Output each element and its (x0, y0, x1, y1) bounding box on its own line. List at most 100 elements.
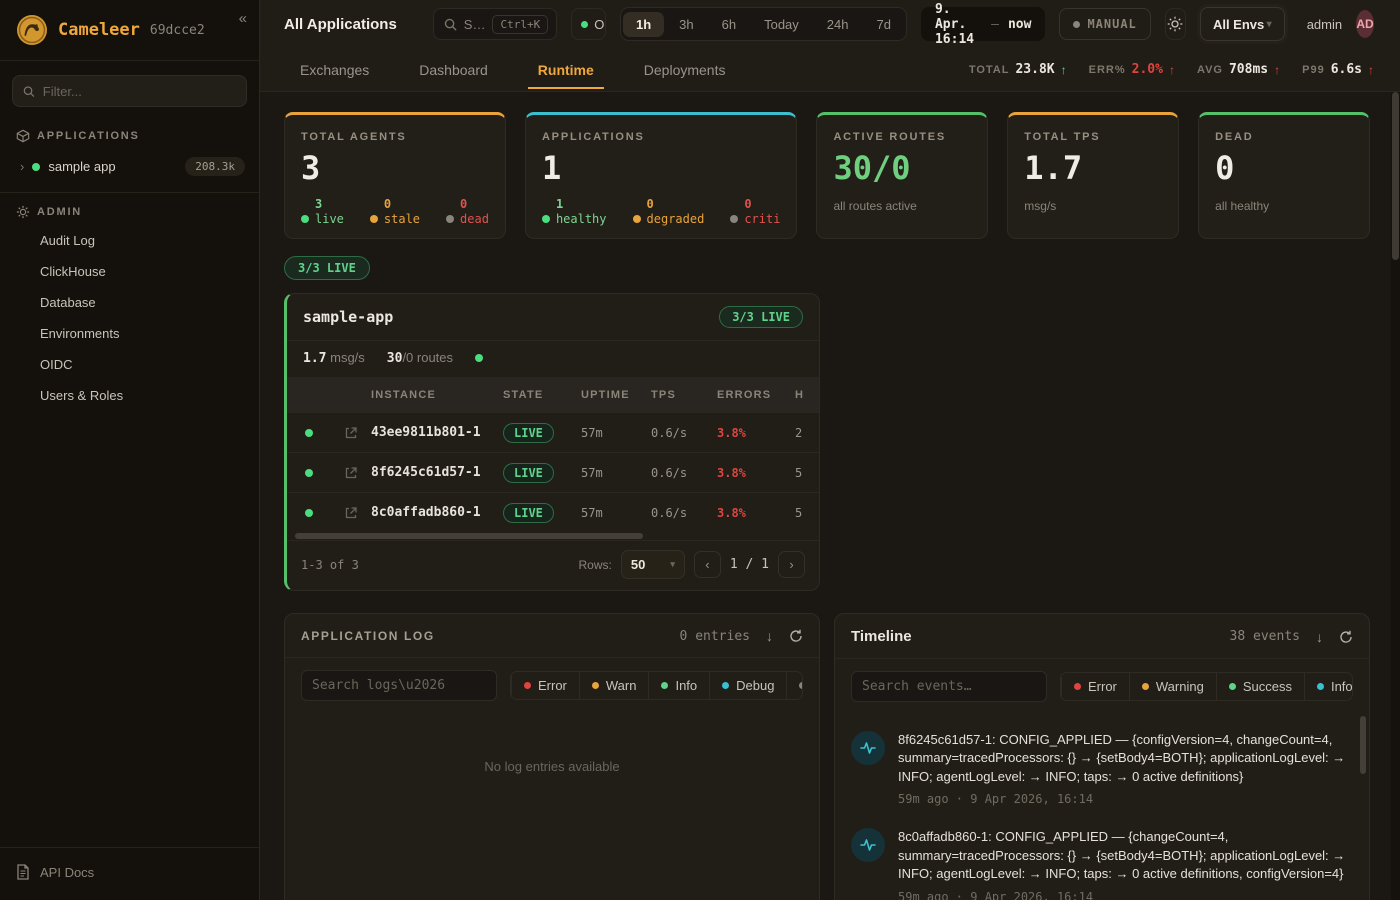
timeline-filters-row: Error Warning Success (835, 659, 1369, 714)
substat-value: 3 (315, 197, 344, 212)
username: admin (1307, 17, 1342, 32)
env-select[interactable]: All Envs ▾ (1200, 7, 1285, 41)
refresh-mode-button[interactable]: MANUAL (1059, 8, 1150, 40)
log-level-filter-button[interactable]: Error (511, 672, 579, 699)
refresh-icon[interactable] (1339, 630, 1353, 644)
level-label: Error (538, 678, 567, 693)
datetime-dash: – (991, 17, 999, 32)
scrollbar-thumb[interactable] (295, 533, 643, 539)
col-h: H (795, 389, 820, 401)
sidebar-footer[interactable]: API Docs (0, 847, 259, 900)
external-link-icon[interactable] (344, 426, 358, 440)
tab[interactable]: Dashboard (415, 51, 492, 89)
event-body: 8c0affadb860-1: CONFIG_APPLIED — {change… (898, 828, 1347, 900)
topbar-row-2: Exchanges Dashboard Runtime Deployments TOT… (260, 48, 1400, 91)
page-scrollbar[interactable] (1391, 92, 1400, 900)
time-range-button[interactable]: 7d (864, 12, 904, 37)
sidebar-admin-item[interactable]: ClickHouse (0, 256, 259, 287)
severity-label: Success (1243, 679, 1292, 694)
sidebar-filter-input[interactable] (43, 84, 236, 99)
scrollbar-thumb[interactable] (1360, 716, 1366, 774)
table-row[interactable]: 8f6245c61d57-1 LIVE 57m 0.6/s 3.8% 5 (287, 452, 819, 492)
theme-toggle-button[interactable] (1165, 8, 1186, 40)
external-link-icon[interactable] (344, 506, 358, 520)
card-subtext: msg/s (1024, 199, 1162, 213)
rows-per-page-select[interactable]: 50 ▾ (621, 550, 685, 579)
tab[interactable]: Runtime (534, 51, 598, 89)
download-icon[interactable]: ↓ (1316, 629, 1323, 645)
substat-dot (633, 215, 641, 223)
global-search[interactable]: S… Ctrl+K (433, 8, 557, 40)
sidebar-admin-item[interactable]: OIDC (0, 349, 259, 380)
level-label: Debug (736, 678, 774, 693)
time-range-button[interactable]: 24h (814, 12, 862, 37)
sidebar-admin-item[interactable]: Database (0, 287, 259, 318)
timeline-filter-button[interactable]: Warning (1129, 673, 1216, 700)
col-uptime: UPTIME (581, 389, 651, 401)
card-applications: APPLICATIONS 1 1healthy 0degraded (525, 112, 798, 239)
trend-arrow-icon: ↑ (1274, 63, 1280, 77)
log-level-filter-button[interactable]: Warn (579, 672, 649, 699)
sidebar-collapse-icon[interactable]: « (239, 10, 247, 27)
scrollbar-thumb[interactable] (1392, 92, 1399, 260)
table-row[interactable]: 8c0affadb860-1 LIVE 57m 0.6/s 3.8% 5 (287, 492, 819, 532)
api-docs-link[interactable]: API Docs (40, 865, 94, 880)
search-shortcut-kbd: Ctrl+K (492, 15, 548, 34)
severity-dot (1229, 683, 1236, 690)
stat-value: 708ms (1229, 62, 1268, 77)
card-substats: 3live 0stale 0dead (301, 197, 489, 227)
instance-status-dot (305, 509, 313, 517)
timeline-filter-button[interactable]: Info (1304, 673, 1353, 700)
sidebar-admin-item[interactable]: Audit Log (0, 225, 259, 256)
log-level-filter-button[interactable]: Info (648, 672, 709, 699)
app-panel-header[interactable]: sample-app 3/3 LIVE (287, 294, 819, 340)
log-level-filter-button[interactable]: Debug (709, 672, 786, 699)
app-tps: 1.7 msg/s (303, 350, 365, 366)
time-range-button[interactable]: Today (751, 12, 812, 37)
table-row[interactable]: 43ee9811b801-1 LIVE 57m 0.6/s 3.8% 2 (287, 412, 819, 452)
time-range-button[interactable]: 1h (623, 12, 664, 37)
sidebar-admin-item[interactable]: Users & Roles (0, 380, 259, 411)
timeline-event[interactable]: 8f6245c61d57-1: CONFIG_APPLIED — {config… (851, 720, 1347, 817)
datetime-range[interactable]: 9. Apr. 16:14 – now (921, 7, 1045, 41)
log-entry-count: 0 entries (680, 629, 750, 644)
severity-label: Error (1088, 679, 1117, 694)
instance-status-dot (305, 469, 313, 477)
connection-status-button[interactable]: O (571, 8, 606, 40)
card-value: 1.7 (1024, 152, 1162, 184)
app-count-badge: 208.3k (185, 157, 245, 176)
horizontal-scrollbar[interactable] (287, 532, 819, 540)
substat-dot (446, 215, 454, 223)
refresh-icon[interactable] (789, 629, 803, 643)
severity-label: Warning (1156, 679, 1204, 694)
card-substats: 1healthy 0degraded 0criti (542, 197, 781, 227)
download-icon[interactable]: ↓ (766, 628, 773, 644)
chevron-right-icon[interactable]: › (20, 159, 24, 174)
external-link-icon[interactable] (344, 466, 358, 480)
level-label: Warn (606, 678, 637, 693)
timeline-filter-button[interactable]: Success (1216, 673, 1304, 700)
log-level-filter-button[interactable]: Trace (786, 672, 803, 699)
sidebar-filter[interactable] (12, 75, 247, 107)
timeline-search-input[interactable] (851, 671, 1047, 702)
log-search-input[interactable] (301, 670, 497, 701)
avatar[interactable]: AD (1356, 10, 1374, 38)
top-stats: TOTAL 23.8K ↑ ERR% 2.0% ↑ AVG 708ms ↑ (969, 62, 1374, 77)
prev-page-button[interactable]: ‹ (694, 551, 721, 578)
time-range-button[interactable]: 6h (709, 12, 749, 37)
next-page-button[interactable]: › (778, 551, 805, 578)
timeline-scrollbar[interactable] (1360, 716, 1366, 900)
tab[interactable]: Exchanges (296, 51, 373, 89)
time-range-button[interactable]: 3h (666, 12, 706, 37)
timeline-event[interactable]: 8c0affadb860-1: CONFIG_APPLIED — {change… (851, 817, 1347, 900)
level-dot (661, 682, 668, 689)
timeline-filter-button[interactable]: Error (1061, 673, 1129, 700)
sidebar-admin-item[interactable]: Environments (0, 318, 259, 349)
gear-icon (16, 205, 30, 219)
live-summary-badge: 3/3 LIVE (284, 256, 370, 280)
sidebar-item-sample-app[interactable]: › sample app 208.3k (0, 149, 259, 184)
top-stat: TOTAL 23.8K ↑ (969, 62, 1067, 77)
app-routes: 30/0 routes (387, 350, 453, 366)
errors-value: 3.8% (717, 506, 795, 520)
tab[interactable]: Deployments (640, 51, 730, 89)
